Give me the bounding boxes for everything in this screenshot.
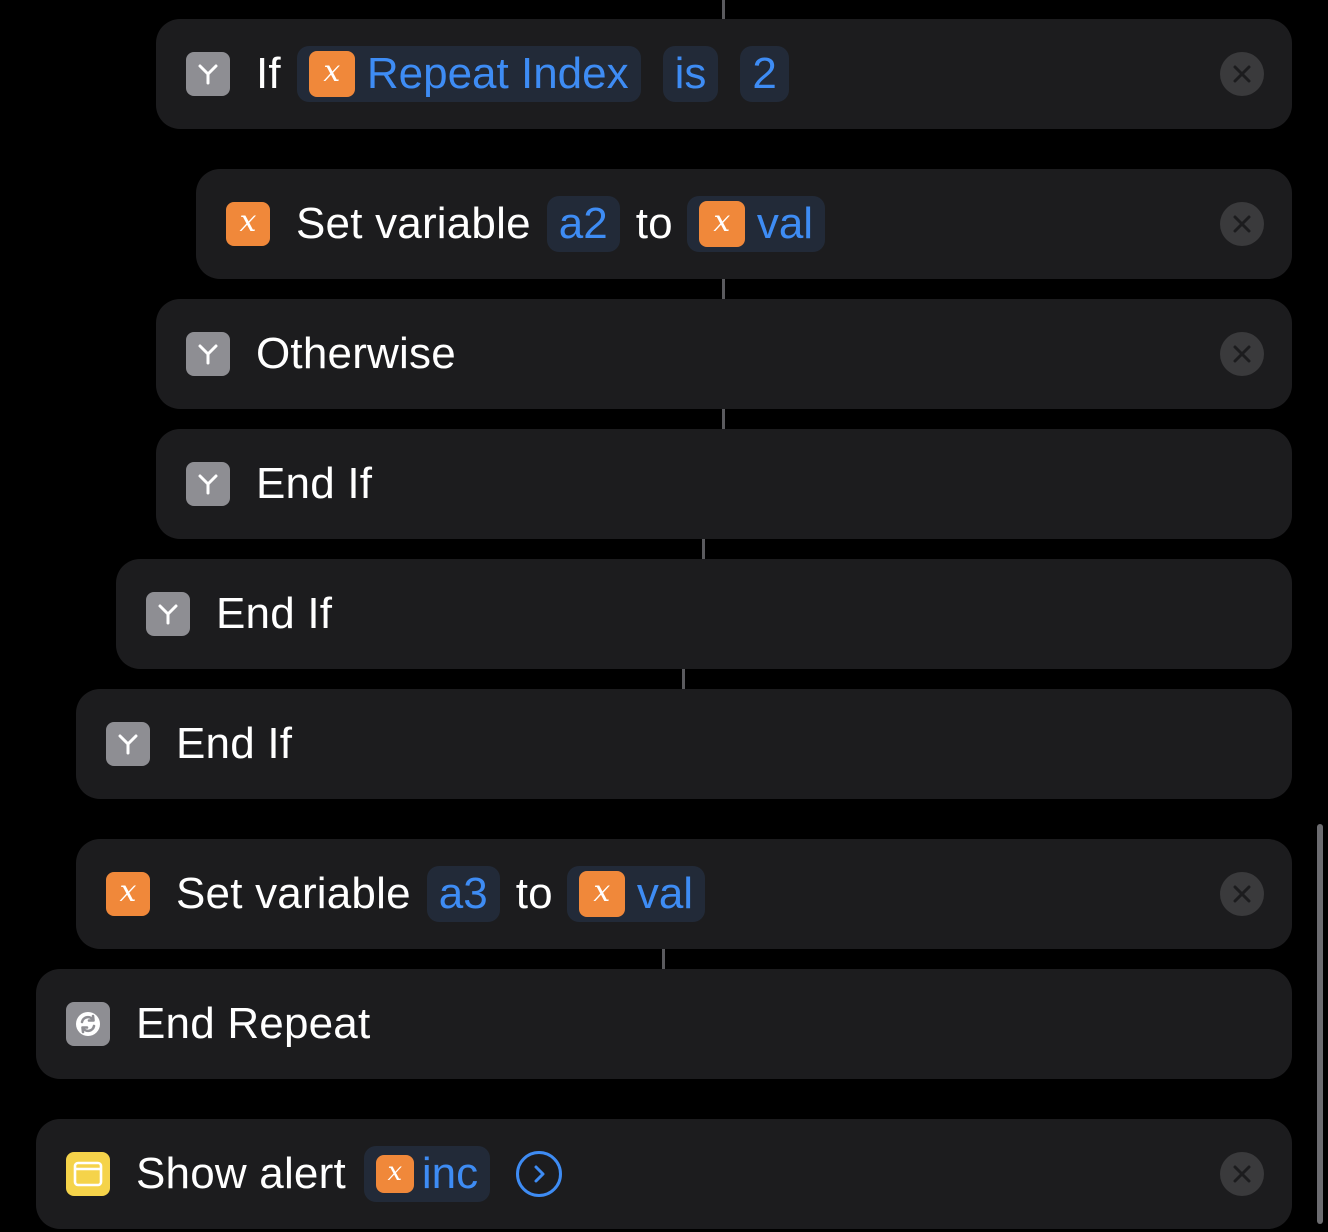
- show-alert-label: Show alert: [136, 1149, 346, 1198]
- alert-variable-name: inc: [421, 1149, 479, 1198]
- variable-name-token[interactable]: a3: [426, 866, 500, 922]
- delete-action-button[interactable]: [1220, 332, 1264, 376]
- set-variable-label: Set variable: [176, 869, 411, 918]
- condition-label: is: [674, 49, 707, 98]
- set-variable-a2-card[interactable]: x Set variable a2 to x val: [196, 169, 1292, 279]
- variable-icon: x: [226, 202, 270, 246]
- flow-connector: [682, 668, 685, 690]
- variable-icon: x: [375, 1155, 414, 1193]
- value-label: 2: [752, 49, 777, 98]
- condition-token[interactable]: is: [662, 46, 719, 102]
- close-icon: [1233, 345, 1251, 363]
- delete-action-button[interactable]: [1220, 202, 1264, 246]
- value-token[interactable]: 2: [740, 46, 789, 102]
- otherwise-label: Otherwise: [256, 329, 456, 378]
- branch-icon: [186, 332, 230, 376]
- branch-icon: [146, 592, 190, 636]
- variable-icon: x: [698, 201, 745, 247]
- value-variable-token[interactable]: x val: [686, 196, 826, 252]
- chevron-right-icon: [534, 1165, 545, 1183]
- close-icon: [1233, 65, 1251, 83]
- flow-connector: [662, 948, 665, 970]
- delete-action-button[interactable]: [1220, 1152, 1264, 1196]
- end-if-card[interactable]: End If: [76, 689, 1292, 799]
- repeat-icon: [66, 1002, 110, 1046]
- expand-button[interactable]: [516, 1151, 563, 1197]
- value-variable-name: val: [756, 199, 814, 248]
- to-label: to: [515, 869, 553, 918]
- variable-icon: x: [106, 872, 150, 916]
- flow-connector: [722, 278, 725, 300]
- end-repeat-label: End Repeat: [136, 999, 371, 1048]
- variable-name: a3: [438, 869, 488, 918]
- variable-name-token[interactable]: a2: [546, 196, 620, 252]
- if-keyword: If: [256, 49, 281, 98]
- end-if-card[interactable]: End If: [116, 559, 1292, 669]
- value-variable-token[interactable]: x val: [566, 866, 706, 922]
- alert-window-icon: [66, 1152, 110, 1196]
- value-variable-name: val: [636, 869, 694, 918]
- flow-connector: [722, 408, 725, 430]
- set-variable-label: Set variable: [296, 199, 531, 248]
- repeat-index-token[interactable]: x Repeat Index: [296, 46, 641, 102]
- end-if-label: End If: [176, 719, 293, 768]
- variable-icon: x: [308, 51, 355, 97]
- delete-action-button[interactable]: [1220, 52, 1264, 96]
- end-if-label: End If: [256, 459, 373, 508]
- branch-icon: [106, 722, 150, 766]
- branch-icon: [186, 52, 230, 96]
- end-if-card[interactable]: End If: [156, 429, 1292, 539]
- branch-icon: [186, 462, 230, 506]
- alert-variable-token[interactable]: x inc: [363, 1146, 491, 1202]
- end-repeat-card[interactable]: End Repeat: [36, 969, 1292, 1079]
- scrollbar[interactable]: [1317, 824, 1323, 1224]
- flow-connector: [722, 0, 725, 20]
- set-variable-a3-card[interactable]: x Set variable a3 to x val: [76, 839, 1292, 949]
- show-alert-card[interactable]: Show alert x inc: [36, 1119, 1292, 1229]
- repeat-index-label: Repeat Index: [366, 49, 629, 98]
- flow-connector: [702, 538, 705, 560]
- end-if-label: End If: [216, 589, 333, 638]
- to-label: to: [635, 199, 673, 248]
- close-icon: [1233, 215, 1251, 233]
- otherwise-card[interactable]: Otherwise: [156, 299, 1292, 409]
- close-icon: [1233, 1165, 1251, 1183]
- variable-name: a2: [558, 199, 608, 248]
- if-action-card[interactable]: If x Repeat Index is 2: [156, 19, 1292, 129]
- close-icon: [1233, 885, 1251, 903]
- delete-action-button[interactable]: [1220, 872, 1264, 916]
- variable-icon: x: [578, 871, 625, 917]
